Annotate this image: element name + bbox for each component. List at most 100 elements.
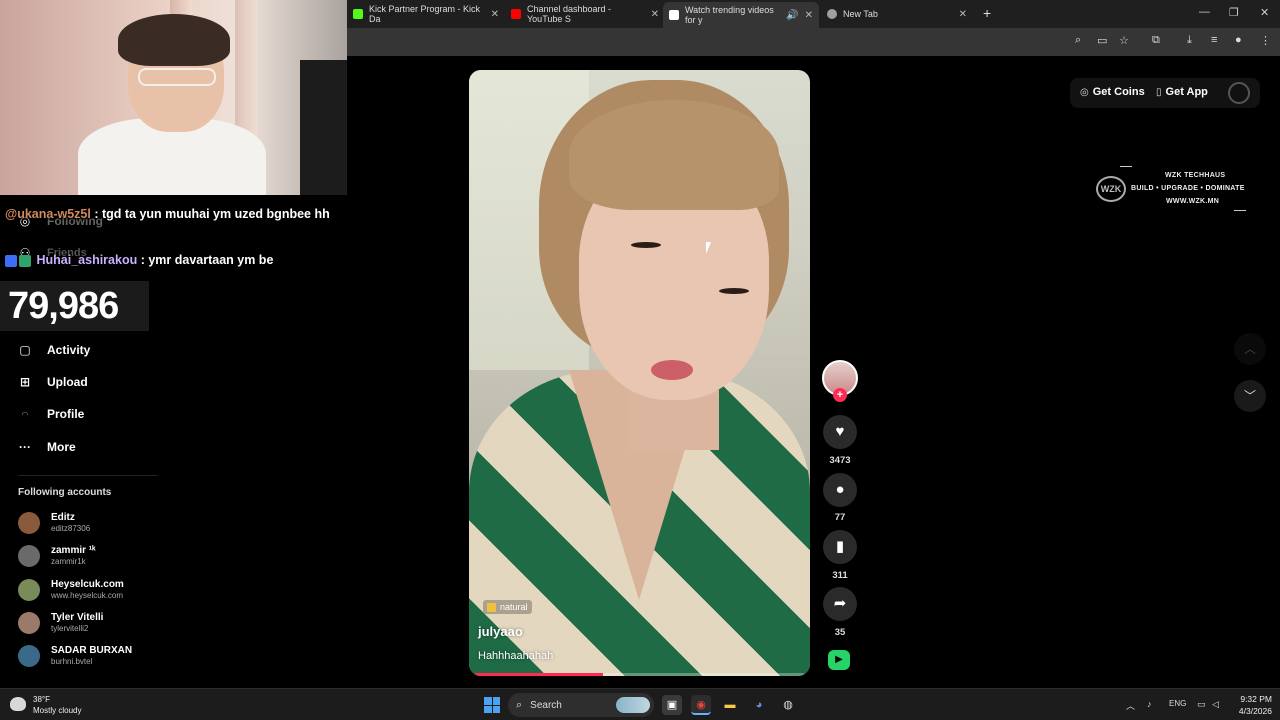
close-icon[interactable]: ✕ [651, 9, 659, 20]
profile-avatar-icon[interactable]: ● [1235, 34, 1242, 46]
chair [300, 60, 347, 195]
account-item[interactable]: SADAR BURXAN burhni.bvtel [18, 645, 132, 667]
tab-title: New Tab [843, 9, 878, 19]
zoom-icon[interactable]: ⌕ [1075, 34, 1081, 47]
weather-cloud-icon [10, 697, 26, 711]
close-icon[interactable]: ✕ [805, 10, 813, 21]
video-player[interactable]: natural julyaao Hahhhaahahah [469, 70, 810, 676]
avatar [18, 645, 40, 667]
next-video-button[interactable]: ﹀ [1234, 380, 1266, 412]
account-item[interactable]: Heyselcuk.com www.heyselcuk.com [18, 579, 124, 601]
profile-icon: ◠ [21, 409, 29, 419]
app-icon[interactable]: ◍ [778, 695, 798, 715]
account-item[interactable]: Editz editz87306 [18, 512, 90, 534]
download-icon[interactable]: ⤓ [1187, 34, 1192, 47]
weather-widget[interactable]: 38°F Mostly cloudy [33, 694, 81, 716]
like-count: 3473 [829, 455, 851, 466]
previous-video-button[interactable]: ︿ [1234, 333, 1266, 365]
video-progress-bar[interactable] [475, 673, 804, 676]
network-icon[interactable]: ▭ [1197, 699, 1206, 710]
watermark-decoration [1234, 210, 1246, 211]
bookmark-icon: ▮ [835, 538, 845, 555]
avatar [18, 512, 40, 534]
chevron-down-icon: ﹀ [1243, 389, 1256, 403]
account-handle: tylervitelli2 [51, 624, 89, 633]
chat-message: @ukana-w5z5l : tgd ta yun muuhai ym uzed… [5, 205, 345, 224]
media-queue-icon[interactable]: ≡ [1211, 34, 1217, 46]
account-handle: www.heyselcuk.com [51, 591, 124, 600]
comment-count: 77 [834, 512, 846, 523]
video-subject-eye [631, 242, 661, 248]
glasses [138, 68, 216, 86]
account-name: Heyselcuk.com [51, 579, 124, 590]
video-author[interactable]: julyaao [478, 624, 523, 639]
tab-kick[interactable]: Kick Partner Program - Kick Da ✕ [347, 4, 505, 24]
chrome-favicon-icon [827, 9, 837, 19]
system-clock[interactable]: 9:32 PM 4/3/2026 [1228, 693, 1272, 717]
tab-youtube[interactable]: Channel dashboard - YouTube S ✕ [505, 4, 665, 24]
windows-taskbar: 38°F Mostly cloudy ⌕ Search ▣ ◉ ▬ ◕ ◍ ︿ … [0, 688, 1280, 720]
watermark-slogan: BUILD • UPGRADE • DOMINATE [1131, 185, 1245, 192]
comment-button[interactable]: ● [823, 473, 857, 507]
cast-icon[interactable]: ▭ [1097, 34, 1107, 47]
browser-toolbar: ⌕ ▭ ☆ ⧉ ⤓ ≡ ● ⋮ [347, 28, 1280, 56]
like-button[interactable]: ♥ [823, 415, 857, 449]
volume-icon[interactable]: ◁ [1212, 699, 1219, 710]
video-subject-eye [719, 288, 749, 294]
whatsapp-share-icon[interactable]: ▶ [828, 650, 850, 670]
new-tab-button[interactable]: + [983, 5, 991, 21]
sidebar-item-label: Activity [47, 343, 91, 357]
get-app-button[interactable]: ▯ Get App [1156, 86, 1208, 98]
get-coins-button[interactable]: ◎ Get Coins [1080, 86, 1145, 98]
share-button[interactable]: ➦ [823, 587, 857, 621]
maximize-icon[interactable]: ❐ [1229, 6, 1239, 19]
task-view-icon[interactable]: ▣ [662, 695, 682, 715]
minimize-icon[interactable]: — [1199, 6, 1210, 18]
watermark-decoration [1120, 166, 1132, 167]
discord-icon[interactable]: ◕ [749, 695, 769, 715]
follow-plus-icon[interactable]: + [833, 388, 847, 402]
tray-overflow-icon[interactable]: ︿ [1126, 699, 1135, 712]
close-icon[interactable]: ✕ [491, 9, 499, 20]
tag-label: natural [500, 602, 528, 612]
heart-icon: ♥ [835, 423, 845, 440]
temperature: 38°F [33, 695, 50, 704]
audio-icon[interactable]: 🔊 [786, 10, 798, 21]
menu-icon[interactable]: ⋮ [1260, 34, 1271, 47]
windows-start-icon[interactable] [484, 697, 500, 713]
video-tag[interactable]: natural [483, 600, 532, 614]
bookmark-star-icon[interactable]: ☆ [1119, 34, 1129, 47]
avatar [18, 579, 40, 601]
chrome-icon[interactable]: ◉ [691, 695, 711, 715]
share-count: 35 [834, 627, 846, 638]
sidebar-item-more[interactable]: ··· More [18, 440, 76, 454]
tab-tiktok[interactable]: Watch trending videos for y 🔊 ✕ [663, 2, 819, 28]
avatar [18, 545, 40, 567]
save-button[interactable]: ▮ [823, 530, 857, 564]
account-item[interactable]: Tyler Vitelli tylervitelli2 [18, 612, 103, 634]
file-explorer-icon[interactable]: ▬ [720, 695, 740, 715]
tab-title: Channel dashboard - YouTube S [527, 4, 612, 24]
user-avatar[interactable] [1228, 82, 1250, 104]
search-icon: ⌕ [516, 698, 523, 711]
following-accounts-title: Following accounts [18, 487, 112, 498]
account-item[interactable]: zammir ¹ᵏ zammir1k [18, 545, 96, 567]
account-handle: editz87306 [51, 524, 91, 533]
sidebar-item-profile[interactable]: ◠ Profile [18, 407, 84, 421]
close-window-icon[interactable]: ✕ [1260, 6, 1269, 19]
badge-icon [5, 254, 17, 267]
sidebar-item-upload[interactable]: ⊞ Upload [18, 375, 88, 389]
microphone-icon[interactable]: ♪ [1147, 699, 1152, 709]
clock-date: 4/3/2026 [1238, 706, 1272, 716]
sidebar-item-activity[interactable]: ▢ Activity [18, 343, 90, 357]
taskbar-search[interactable]: ⌕ Search [508, 693, 654, 717]
tab-new[interactable]: New Tab ✕ [821, 4, 973, 24]
watermark-title: WZK TECHHAUS [1165, 172, 1226, 179]
extensions-icon[interactable]: ⧉ [1152, 34, 1160, 47]
chat-message: Huhai_ashirakou : ymr davartaan ym be [5, 251, 273, 270]
language-indicator[interactable]: ENG [1169, 699, 1186, 708]
tiktok-favicon-icon [669, 10, 679, 20]
wzk-logo: WZK [1096, 176, 1126, 202]
account-handle: zammir1k [51, 557, 86, 566]
close-icon[interactable]: ✕ [959, 9, 967, 20]
